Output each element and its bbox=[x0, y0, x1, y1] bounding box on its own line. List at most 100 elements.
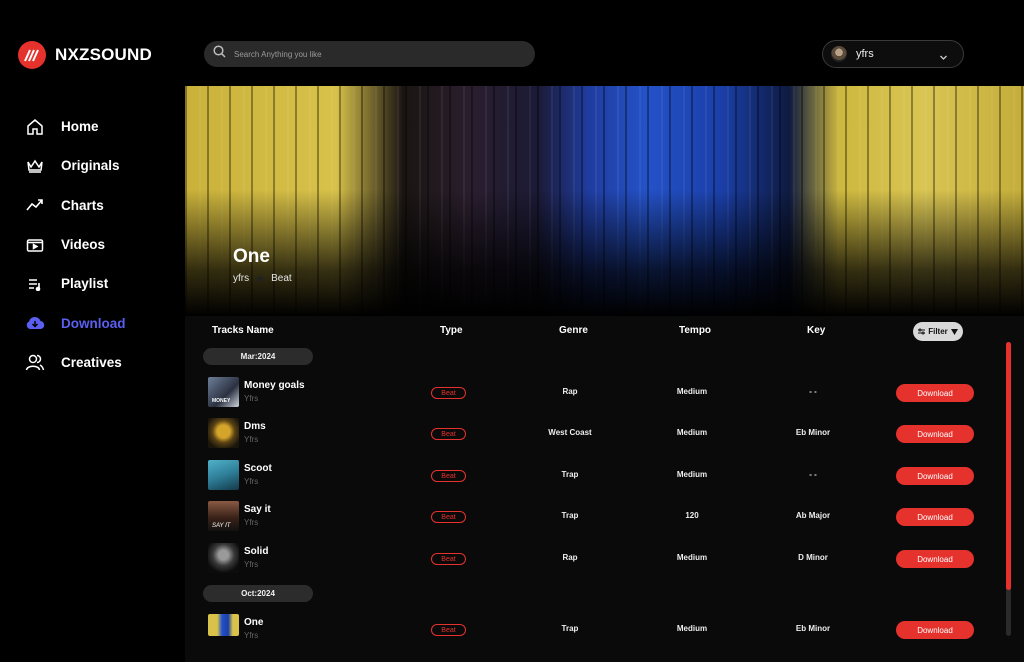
crown-icon bbox=[24, 155, 46, 177]
video-icon bbox=[24, 234, 46, 256]
track-name[interactable]: Dms bbox=[244, 421, 266, 432]
nav-label: Download bbox=[61, 315, 126, 331]
download-button[interactable]: Download bbox=[896, 425, 974, 443]
tracks-table: Tracks Name Type Genre Tempo Key Filter … bbox=[185, 316, 1024, 662]
nav-item-charts[interactable]: Charts bbox=[24, 186, 126, 225]
track-artwork bbox=[208, 614, 239, 636]
table-row[interactable]: Dms Yfrs Beat West Coast Medium Eb Minor… bbox=[185, 418, 985, 459]
group-label: Oct:2024 bbox=[203, 585, 313, 602]
tempo-cell: Medium bbox=[676, 553, 708, 562]
caret-down-icon bbox=[950, 328, 958, 335]
scrollbar-thumb[interactable] bbox=[1006, 342, 1011, 590]
genre-cell: Trap bbox=[561, 511, 579, 520]
key-cell: - - bbox=[809, 387, 817, 396]
nav-item-originals[interactable]: Originals bbox=[24, 146, 126, 185]
track-artist: Yfrs bbox=[244, 477, 259, 486]
download-button[interactable]: Download bbox=[896, 384, 974, 402]
sidebar: NXZSOUND Home Originals Charts Videos Pl… bbox=[0, 0, 185, 662]
hero-type: Beat bbox=[271, 273, 292, 284]
hero-title: One bbox=[233, 246, 270, 267]
genre-cell: Rap bbox=[562, 553, 578, 562]
table-row[interactable]: Solid Yfrs Beat Rap Medium D Minor Downl… bbox=[185, 543, 985, 584]
filter-button[interactable]: Filter bbox=[913, 322, 963, 341]
trend-icon bbox=[24, 194, 46, 216]
user-name: yfrs bbox=[856, 48, 874, 60]
nav-item-creatives[interactable]: Creatives bbox=[24, 343, 126, 382]
nav-label: Playlist bbox=[61, 276, 109, 292]
search-bar bbox=[204, 41, 535, 67]
track-name[interactable]: Say it bbox=[244, 504, 271, 515]
chevron-down-icon bbox=[939, 49, 948, 67]
header-key: Key bbox=[807, 325, 826, 336]
nav-label: Charts bbox=[61, 197, 104, 213]
hero-banner bbox=[185, 86, 1024, 316]
search-icon[interactable] bbox=[213, 45, 226, 63]
header-type: Type bbox=[440, 325, 463, 336]
type-badge: Beat bbox=[431, 511, 466, 523]
download-button[interactable]: Download bbox=[896, 467, 974, 485]
download-button[interactable]: Download bbox=[896, 508, 974, 526]
nav-label: Home bbox=[61, 119, 99, 135]
tempo-cell: 120 bbox=[685, 511, 699, 520]
filter-label: Filter bbox=[928, 327, 948, 336]
key-cell: Eb Minor bbox=[795, 428, 831, 437]
tempo-cell: Medium bbox=[676, 624, 708, 633]
nav-item-download[interactable]: Download bbox=[24, 303, 126, 342]
nav-item-playlist[interactable]: Playlist bbox=[24, 264, 126, 303]
table-row[interactable]: MONEY Money goals Yfrs Beat Rap Medium -… bbox=[185, 377, 985, 418]
track-artwork: MONEY bbox=[208, 377, 239, 407]
track-artwork bbox=[208, 418, 239, 448]
key-cell: Eb Minor bbox=[795, 624, 831, 633]
header-tracks-name: Tracks Name bbox=[212, 325, 274, 336]
hero-artist[interactable]: yfrs bbox=[233, 273, 249, 284]
track-name[interactable]: Solid bbox=[244, 546, 268, 557]
track-artist: Yfrs bbox=[244, 631, 259, 640]
track-artist: Yfrs bbox=[244, 518, 259, 527]
table-row[interactable]: Scoot Yfrs Beat Trap Medium - - Download bbox=[185, 460, 985, 501]
separator-dot bbox=[257, 275, 264, 282]
type-badge: Beat bbox=[431, 387, 466, 399]
nav-label: Originals bbox=[61, 158, 120, 174]
type-badge: Beat bbox=[431, 428, 466, 440]
track-artwork bbox=[208, 460, 239, 490]
track-name[interactable]: One bbox=[244, 617, 263, 628]
tempo-cell: Medium bbox=[676, 428, 708, 437]
track-artist: Yfrs bbox=[244, 435, 259, 444]
type-badge: Beat bbox=[431, 470, 466, 482]
track-name[interactable]: Scoot bbox=[244, 463, 272, 474]
nav-item-videos[interactable]: Videos bbox=[24, 225, 126, 264]
genre-cell: Rap bbox=[562, 387, 578, 396]
playlist-icon bbox=[24, 273, 46, 295]
tempo-cell: Medium bbox=[676, 387, 708, 396]
key-cell: D Minor bbox=[798, 553, 828, 562]
download-button[interactable]: Download bbox=[896, 621, 974, 639]
type-badge: Beat bbox=[431, 624, 466, 636]
search-input[interactable] bbox=[234, 49, 514, 59]
track-name[interactable]: Money goals bbox=[244, 380, 305, 391]
track-artwork: SAY IT bbox=[208, 501, 239, 531]
avatar bbox=[831, 46, 847, 62]
track-artwork bbox=[208, 543, 239, 573]
logo-icon bbox=[18, 41, 46, 69]
genre-cell: West Coast bbox=[548, 428, 592, 437]
table-row[interactable]: SAY IT Say it Yfrs Beat Trap 120 Ab Majo… bbox=[185, 501, 985, 542]
download-button[interactable]: Download bbox=[896, 550, 974, 568]
logo-text: NXZSOUND bbox=[55, 45, 152, 64]
main-nav: Home Originals Charts Videos Playlist Do… bbox=[24, 107, 126, 382]
key-cell: - - bbox=[809, 470, 817, 479]
header-tempo: Tempo bbox=[679, 325, 712, 336]
filter-sliders-icon bbox=[918, 328, 926, 335]
type-badge: Beat bbox=[431, 553, 466, 565]
hero-meta: yfrs Beat bbox=[233, 273, 292, 284]
home-icon bbox=[24, 116, 46, 138]
logo[interactable]: NXZSOUND bbox=[18, 41, 152, 69]
nav-item-home[interactable]: Home bbox=[24, 107, 126, 146]
key-cell: Ab Major bbox=[795, 511, 831, 520]
table-row[interactable]: One Yfrs Beat Trap Medium Eb Minor Downl… bbox=[185, 614, 985, 655]
track-artist: Yfrs bbox=[244, 394, 259, 403]
users-icon bbox=[24, 351, 46, 373]
nav-label: Videos bbox=[61, 237, 106, 253]
genre-cell: Trap bbox=[561, 624, 579, 633]
user-menu[interactable]: yfrs bbox=[822, 40, 964, 68]
genre-cell: Trap bbox=[561, 470, 579, 479]
